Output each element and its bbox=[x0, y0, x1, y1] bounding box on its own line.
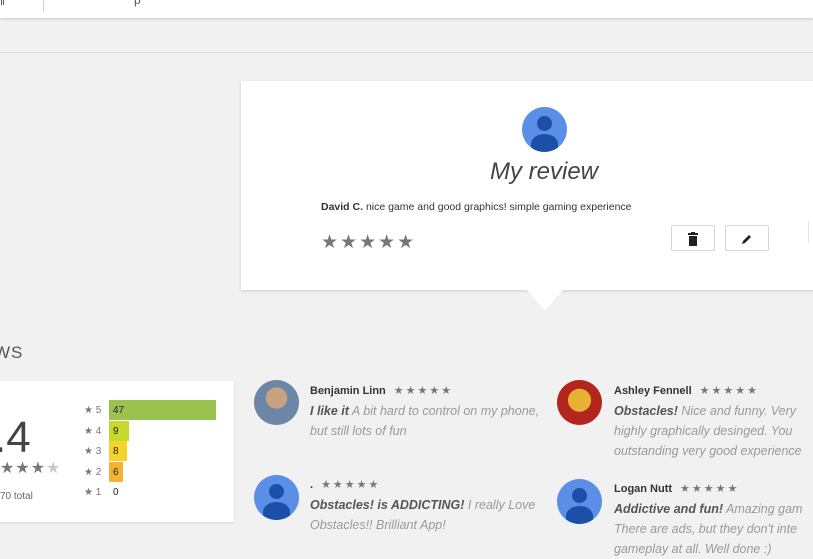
review-headline: Obstacles! is ADDICTING! bbox=[310, 498, 465, 512]
reviews-heading: WS bbox=[0, 343, 24, 362]
divider bbox=[808, 221, 809, 243]
avatar-head bbox=[572, 488, 587, 503]
card-pointer bbox=[527, 290, 563, 311]
reviewer-name: Logan Nutt ★★★★★ bbox=[614, 482, 739, 495]
avatar bbox=[522, 107, 567, 152]
reviewer-stars: ★★★★★ bbox=[699, 385, 759, 397]
my-review-text: David C. nice game and good graphics! si… bbox=[321, 201, 632, 213]
review-text: Addictive and fun! Amazing gam There are… bbox=[614, 499, 813, 559]
avatar bbox=[557, 479, 602, 524]
pencil-icon bbox=[742, 234, 751, 244]
review-text: I like it A bit hard to control on my ph… bbox=[310, 401, 540, 441]
review-text: Obstacles! is ADDICTING! I really Love O… bbox=[310, 495, 540, 535]
total-ratings: 70 total bbox=[0, 491, 33, 502]
divider bbox=[0, 52, 813, 53]
histogram-label: ★ 1 bbox=[84, 487, 102, 498]
reviewer-name-text: Logan Nutt bbox=[614, 483, 673, 495]
delete-review-button[interactable] bbox=[671, 225, 715, 251]
review-headline: Obstacles! bbox=[614, 404, 678, 418]
top-bar: ǁ p bbox=[0, 0, 813, 18]
reviewer-stars: ★★★★★ bbox=[680, 483, 740, 495]
reviewer-stars: ★★★★★ bbox=[393, 385, 454, 397]
histogram-label: ★ 5 bbox=[84, 405, 102, 416]
avatar-body bbox=[531, 134, 558, 152]
back-icon[interactable]: ǁ bbox=[0, 0, 5, 8]
avatar-head bbox=[537, 116, 552, 131]
histogram-count: 6 bbox=[113, 466, 119, 478]
avatar bbox=[254, 475, 299, 520]
my-review-title: My review bbox=[489, 158, 598, 185]
histogram-label: ★ 4 bbox=[84, 425, 102, 437]
histogram-bar bbox=[109, 420, 129, 441]
average-stars: ★★★★ bbox=[0, 458, 61, 478]
histogram-label: ★ 2 bbox=[84, 466, 102, 478]
my-review-stars: ★★★★★ bbox=[321, 232, 417, 253]
avatar bbox=[557, 380, 602, 425]
histogram-count: 47 bbox=[113, 405, 125, 416]
reviewer-name-text: Benjamin Linn bbox=[310, 385, 386, 397]
reviewer-name-text: Ashley Fennell bbox=[614, 385, 692, 397]
histogram-count: 9 bbox=[113, 425, 119, 437]
histogram-label: ★ 3 bbox=[84, 446, 102, 457]
my-review-author: David C. bbox=[321, 201, 364, 213]
half-star: ★ bbox=[46, 460, 62, 477]
edit-review-button[interactable] bbox=[725, 225, 769, 251]
average-rating: .4 bbox=[0, 413, 31, 462]
divider bbox=[43, 0, 44, 12]
avatar bbox=[254, 380, 299, 425]
my-review-card: My review David C. nice game and good gr… bbox=[241, 81, 813, 290]
reviewer-name: Benjamin Linn ★★★★★ bbox=[310, 384, 453, 397]
trash-icon bbox=[688, 231, 698, 246]
histogram-count: 8 bbox=[113, 446, 119, 457]
reviewer-stars: ★★★★★ bbox=[321, 479, 381, 491]
histogram-bar bbox=[109, 400, 216, 420]
avatar-body bbox=[263, 502, 290, 520]
avatar-body bbox=[566, 506, 593, 524]
reviewer-name: Ashley Fennell ★★★★★ bbox=[614, 384, 759, 397]
review-headline: Addictive and fun! bbox=[614, 502, 724, 516]
review-text: Obstacles! Nice and funny. Very highly g… bbox=[614, 401, 813, 461]
reviewer-name: . ★★★★★ bbox=[310, 478, 380, 491]
avatar-head bbox=[269, 484, 284, 499]
toolbar-text: p bbox=[134, 0, 141, 7]
review-headline: I like it bbox=[310, 404, 349, 418]
my-review-body: nice game and good graphics! simple gami… bbox=[365, 201, 632, 213]
full-stars: ★★★ bbox=[0, 460, 47, 477]
histogram-count: 0 bbox=[113, 487, 119, 498]
reviewer-name-text: . bbox=[310, 479, 314, 491]
